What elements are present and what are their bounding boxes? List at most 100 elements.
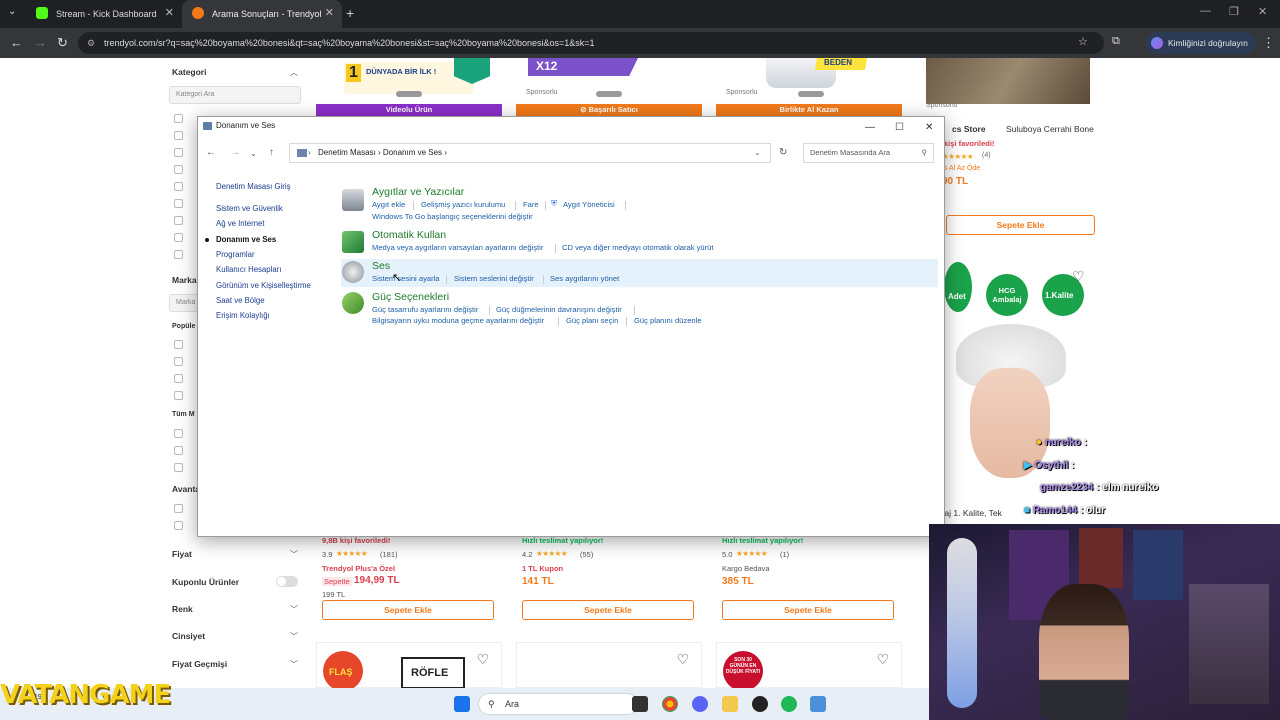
site-info-icon[interactable]: ⚙ [87, 32, 95, 54]
checkbox[interactable] [174, 463, 183, 472]
checkbox[interactable] [174, 114, 183, 123]
spotify-icon[interactable] [781, 696, 797, 712]
minimize-icon[interactable]: — [1200, 5, 1211, 17]
checkbox[interactable] [174, 504, 183, 513]
checkbox[interactable] [174, 446, 183, 455]
close-tab-icon[interactable]: ✕ [165, 6, 174, 19]
checkbox[interactable] [174, 131, 183, 140]
category-devices-printers[interactable]: Aygıtlar ve Yazıcılar [372, 186, 464, 198]
link-manage-audio-devices[interactable]: Ses aygıtlarını yönet [550, 274, 619, 283]
checkbox[interactable] [174, 148, 183, 157]
nav-ease-of-access[interactable]: Erişim Kolaylığı [216, 311, 270, 320]
filter-kategori-heading[interactable]: Kategori [172, 67, 206, 77]
favorite-heart-icon[interactable]: ♡ [876, 651, 889, 668]
url-input[interactable]: ⚙ trendyol.com/sr?q=saç%20boyama%20bones… [78, 32, 1104, 54]
back-icon[interactable]: ← [10, 35, 23, 50]
checkbox[interactable] [174, 391, 183, 400]
nav-control-panel-home[interactable]: Denetim Masası Giriş [216, 182, 291, 191]
close-window-icon[interactable]: ✕ [1258, 5, 1267, 18]
checkbox[interactable] [174, 233, 183, 242]
maximize-icon[interactable]: ☐ [895, 119, 904, 137]
product-card[interactable]: SON 30 GÜNÜN EN DÜŞÜK FİYATI ♡ [716, 642, 902, 691]
forward-icon[interactable]: → [34, 35, 47, 50]
chevron-down-icon[interactable]: ⌄ [754, 144, 761, 162]
nav-user-accounts[interactable]: Kullanıcı Hesapları [216, 265, 281, 274]
add-to-cart-button[interactable]: Sepete Ekle [722, 600, 894, 620]
checkbox[interactable] [174, 182, 183, 191]
profile-verify-button[interactable]: Kimliğinizi doğrulayın [1146, 32, 1256, 54]
add-to-cart-button[interactable]: Sepete Ekle [946, 215, 1095, 235]
control-panel-search-input[interactable]: Denetim Masasında Ara ⚲ [803, 143, 934, 163]
close-icon[interactable]: ✕ [925, 119, 933, 137]
forward-icon[interactable]: → [230, 147, 240, 158]
task-view-icon[interactable] [632, 696, 648, 712]
nav-clock-region[interactable]: Saat ve Bölge [216, 296, 265, 305]
bookmark-star-icon[interactable]: ☆ [1078, 35, 1088, 48]
checkbox[interactable] [174, 199, 183, 208]
extensions-icon[interactable]: ⧉ [1112, 35, 1120, 48]
nav-hardware-sound[interactable]: Donanım ve Ses [204, 235, 276, 244]
browser-menu-icon[interactable]: ⋮ [1262, 35, 1275, 51]
add-to-cart-button[interactable]: Sepete Ekle [322, 600, 494, 620]
checkbox[interactable] [174, 165, 183, 174]
product-card[interactable]: FLAŞ RÖFLE ♡ [316, 642, 502, 691]
link-advanced-printer-setup[interactable]: Gelişmiş yazıcı kurulumu [421, 200, 505, 209]
category-sound[interactable]: Ses [372, 260, 390, 272]
discord-icon[interactable] [692, 696, 708, 712]
nav-appearance[interactable]: Görünüm ve Kişiselleştirme [216, 281, 311, 290]
chrome-icon[interactable] [662, 696, 678, 712]
carousel-dots[interactable] [798, 91, 824, 97]
category-power-options[interactable]: Güç Seçenekleri [372, 291, 449, 303]
link-add-device[interactable]: Aygıt ekle [372, 200, 405, 209]
obs-icon[interactable] [752, 696, 768, 712]
filter-avantaj-heading[interactable]: Avanta [172, 484, 200, 494]
checkbox[interactable] [174, 216, 183, 225]
checkbox[interactable] [174, 250, 183, 259]
filter-marka-heading[interactable]: Marka [172, 275, 197, 285]
checkbox[interactable] [174, 521, 183, 530]
back-icon[interactable]: ← [206, 147, 216, 158]
chevron-down-icon[interactable]: ﹀ [290, 631, 298, 642]
filter-fiyat-gecmisi-heading[interactable]: Fiyat Geçmişi [172, 659, 227, 669]
chevron-down-icon[interactable]: ﹀ [290, 604, 298, 615]
product-card[interactable]: Sponsorlu cs Store Suluboya Cerrahi Bone… [926, 58, 1102, 240]
link-mouse[interactable]: Fare [523, 200, 539, 209]
up-icon[interactable]: ↑ [269, 147, 274, 158]
checkbox[interactable] [174, 429, 183, 438]
filter-renk-heading[interactable]: Renk [172, 604, 193, 614]
link-edit-power-plan[interactable]: Güç planını düzenle [634, 316, 702, 325]
tab-search-icon[interactable]: ⌄ [8, 6, 16, 17]
breadcrumb[interactable]: › Denetim Masası › Donanım ve Ses › ⌄ [289, 143, 771, 163]
nav-programs[interactable]: Programlar [216, 250, 255, 259]
link-sleep-settings[interactable]: Bilgisayarın uyku moduna geçme ayarların… [372, 316, 544, 325]
new-tab-icon[interactable]: + [346, 5, 354, 21]
maximize-icon[interactable]: ❐ [1229, 5, 1239, 18]
product-card[interactable]: ♡ [516, 642, 702, 688]
nav-system-security[interactable]: Sistem ve Güvenlik [216, 204, 283, 213]
taskbar-search-input[interactable]: ⚲ Ara [478, 693, 638, 715]
recent-locations-icon[interactable]: ⌄ [250, 149, 257, 158]
product-card[interactable]: 9,8B kişi favoriledi! 3.9 ★★★★★ (181) Tr… [316, 534, 502, 630]
kategori-search-input[interactable]: Kategori Ara [169, 86, 301, 104]
tab-kick-dashboard[interactable]: Stream - Kick Dashboard ✕ [26, 0, 182, 28]
start-icon[interactable] [454, 696, 470, 712]
link-media-defaults[interactable]: Medya veya aygıtların varsayılan ayarlar… [372, 243, 543, 252]
chevron-down-icon[interactable]: ﹀ [290, 659, 298, 670]
favorite-heart-icon[interactable]: ♡ [476, 651, 489, 668]
product-card[interactable]: Hızlı teslimat yapılıyor! 5.0 ★★★★★ (1) … [716, 534, 902, 630]
link-windows-to-go[interactable]: Windows To Go başlangıç seçeneklerini de… [372, 212, 533, 221]
file-explorer-icon[interactable] [722, 696, 738, 712]
add-to-cart-button[interactable]: Sepete Ekle [522, 600, 694, 620]
link-choose-power-plan[interactable]: Güç planı seçin [566, 316, 618, 325]
tab-trendyol[interactable]: Arama Sonuçları - Trendyol ✕ [182, 0, 342, 28]
link-autoplay-cd[interactable]: CD veya diğer medyayı otomatik olarak yü… [562, 243, 714, 252]
link-power-saving[interactable]: Güç tasarrufu ayarlarını değiştir [372, 305, 478, 314]
favorite-heart-icon[interactable]: ♡ [1072, 268, 1085, 285]
checkbox[interactable] [174, 374, 183, 383]
kuponlu-toggle[interactable] [276, 576, 298, 587]
filter-cinsiyet-heading[interactable]: Cinsiyet [172, 631, 205, 641]
link-change-system-sounds[interactable]: Sistem seslerini değiştir [454, 274, 534, 283]
control-panel-taskbar-icon[interactable] [810, 696, 826, 712]
reload-icon[interactable]: ↻ [57, 35, 68, 51]
link-power-buttons[interactable]: Güç düğmelerinin davranışını değiştir [496, 305, 622, 314]
